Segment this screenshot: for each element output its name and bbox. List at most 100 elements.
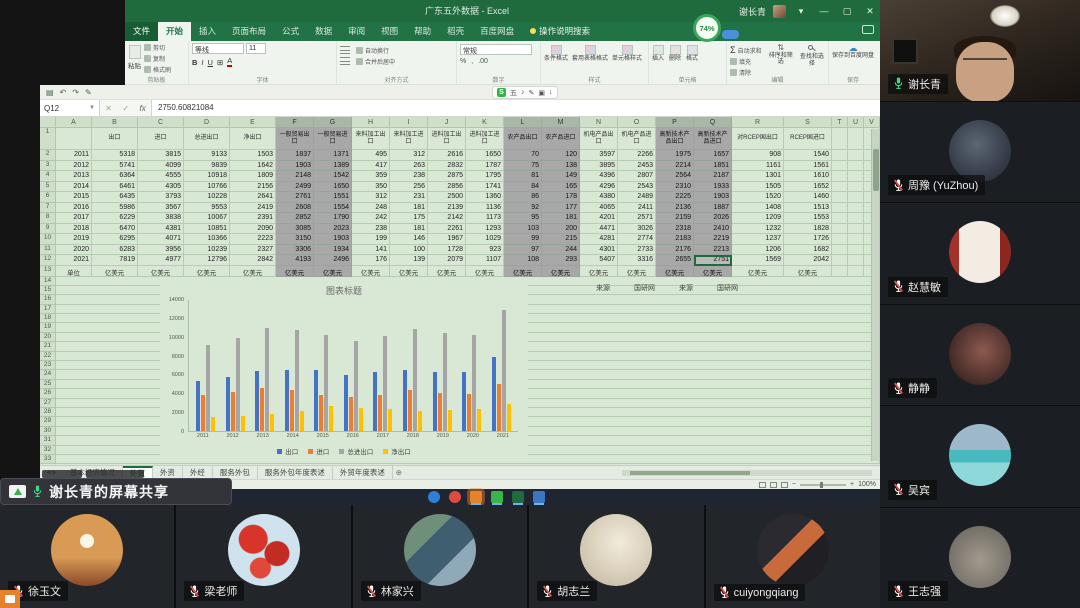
data-cell[interactable] — [832, 160, 848, 171]
data-cell[interactable]: 1741 — [466, 181, 504, 192]
data-cell[interactable]: 248 — [352, 202, 390, 213]
source-label[interactable]: 来源 — [596, 283, 610, 293]
data-cell[interactable]: 2774 — [618, 234, 656, 245]
memory-ball[interactable]: 74% — [693, 14, 721, 42]
row-header-20[interactable]: 20 — [40, 332, 56, 343]
data-cell[interactable]: 2875 — [428, 171, 466, 182]
format-cells-button[interactable]: 格式 — [686, 43, 698, 63]
data-cell[interactable]: 2014 — [56, 181, 92, 192]
data-cell[interactable]: 1642 — [230, 160, 276, 171]
data-cell[interactable]: 2176 — [656, 244, 694, 255]
data-cell[interactable]: 149 — [542, 171, 580, 182]
data-cell[interactable]: 2411 — [618, 202, 656, 213]
data-cell[interactable]: 1975 — [656, 150, 694, 161]
unit-cell[interactable]: 亿美元 — [352, 265, 390, 277]
column-header-Q[interactable]: Q — [694, 117, 732, 128]
participant-tile[interactable]: 徐玉文 — [0, 505, 175, 608]
column-header-R[interactable]: R — [732, 117, 784, 128]
participant-tile[interactable]: 静静 — [880, 304, 1080, 405]
float-glyph[interactable]: ▣ — [538, 89, 545, 97]
data-cell[interactable]: 4193 — [276, 255, 314, 266]
data-cell[interactable]: 2148 — [276, 171, 314, 182]
data-cell[interactable]: 120 — [542, 150, 580, 161]
data-cell[interactable]: 1561 — [784, 160, 832, 171]
row-header-15[interactable]: 15 — [40, 285, 56, 296]
data-cell[interactable]: 2020 — [56, 244, 92, 255]
data-cell[interactable]: 2419 — [230, 202, 276, 213]
data-cell[interactable]: 84 — [504, 181, 542, 192]
unit-cell[interactable]: 亿美元 — [314, 265, 352, 277]
data-cell[interactable] — [832, 255, 848, 266]
row-header-28[interactable]: 28 — [40, 407, 56, 418]
data-cell[interactable]: 2733 — [618, 244, 656, 255]
data-cell[interactable]: 1360 — [466, 192, 504, 203]
data-cell[interactable]: 4381 — [138, 223, 184, 234]
embedded-chart[interactable]: 图表标题 2011 2012 2013 2014 2015 2016 2017 2018 201… — [160, 282, 528, 462]
data-cell[interactable]: 6295 — [92, 234, 138, 245]
zoom-slider[interactable] — [800, 481, 846, 488]
column-header-V[interactable]: V — [864, 117, 880, 128]
column-header-E[interactable]: E — [230, 117, 276, 128]
row-header-22[interactable]: 22 — [40, 351, 56, 362]
data-cell[interactable]: 2183 — [656, 234, 694, 245]
data-cell[interactable]: 2142 — [428, 213, 466, 224]
cut-button[interactable]: 剪切 — [144, 43, 171, 52]
zoom-out-icon[interactable]: − — [792, 481, 796, 488]
data-cell[interactable]: 1237 — [732, 234, 784, 245]
format-painter-button[interactable]: 格式刷 — [144, 65, 171, 74]
column-header-I[interactable]: I — [390, 117, 428, 128]
data-cell[interactable]: 12796 — [184, 255, 230, 266]
data-cell[interactable]: 108 — [504, 255, 542, 266]
data-cell[interactable]: 2832 — [428, 160, 466, 171]
data-cell[interactable]: 1301 — [732, 171, 784, 182]
unit-cell[interactable]: 单位 — [56, 265, 92, 277]
data-cell[interactable]: 2090 — [230, 223, 276, 234]
data-cell[interactable] — [848, 171, 864, 182]
row-header-21[interactable]: 21 — [40, 342, 56, 352]
data-cell[interactable]: 146 — [390, 234, 428, 245]
participant-tile[interactable]: 林家兴 — [352, 505, 528, 608]
data-cell[interactable]: 3956 — [138, 244, 184, 255]
data-cell[interactable]: 2327 — [230, 244, 276, 255]
column-header-M[interactable]: M — [542, 117, 580, 128]
data-cell[interactable]: 1206 — [732, 244, 784, 255]
column-header-G[interactable]: G — [314, 117, 352, 128]
data-cell[interactable]: 1540 — [784, 150, 832, 161]
data-cell[interactable]: 2213 — [694, 244, 732, 255]
data-cell[interactable]: 141 — [352, 244, 390, 255]
header-cell[interactable]: 农产品进口 — [542, 128, 580, 150]
cancel-icon[interactable]: ✕ — [105, 104, 112, 113]
data-cell[interactable]: 2856 — [428, 181, 466, 192]
data-cell[interactable] — [848, 223, 864, 234]
data-cell[interactable]: 359 — [352, 171, 390, 182]
data-cell[interactable] — [832, 234, 848, 245]
data-cell[interactable]: 1173 — [466, 213, 504, 224]
font-color-button[interactable]: A — [227, 57, 233, 67]
data-cell[interactable] — [832, 150, 848, 161]
data-cell[interactable] — [832, 213, 848, 224]
source-value[interactable]: 国研网 — [717, 283, 738, 293]
unit-cell[interactable]: 亿美元 — [92, 265, 138, 277]
header-cell[interactable]: 机电产品出口 — [580, 128, 618, 150]
data-cell[interactable]: 181 — [390, 202, 428, 213]
data-cell[interactable]: 231 — [390, 192, 428, 203]
screenshot-float-toolbar[interactable]: S 五 ♪ ✎ ▣ ↓ — [492, 86, 558, 99]
header-cell[interactable] — [848, 128, 864, 150]
merge-center-button[interactable]: 合并后居中 — [356, 57, 395, 66]
data-cell[interactable]: 95 — [504, 213, 542, 224]
data-cell[interactable]: 923 — [466, 244, 504, 255]
row-header-9[interactable]: 9 — [40, 223, 56, 234]
data-cell[interactable]: 3085 — [276, 223, 314, 234]
page-layout-icon[interactable] — [769, 481, 777, 488]
data-cell[interactable]: 10366 — [184, 234, 230, 245]
data-cell[interactable]: 3597 — [580, 150, 618, 161]
data-cell[interactable]: 2453 — [618, 160, 656, 171]
row-header-31[interactable]: 31 — [40, 436, 56, 446]
undo-icon[interactable]: ↶ — [60, 88, 67, 97]
data-cell[interactable]: 242 — [352, 213, 390, 224]
header-cell[interactable]: 来料加工出口 — [352, 128, 390, 150]
data-cell[interactable]: 4380 — [580, 192, 618, 203]
data-cell[interactable]: 2318 — [656, 223, 694, 234]
participant-tile[interactable]: 周豫 (YuZhou) — [880, 101, 1080, 202]
data-cell[interactable] — [848, 234, 864, 245]
